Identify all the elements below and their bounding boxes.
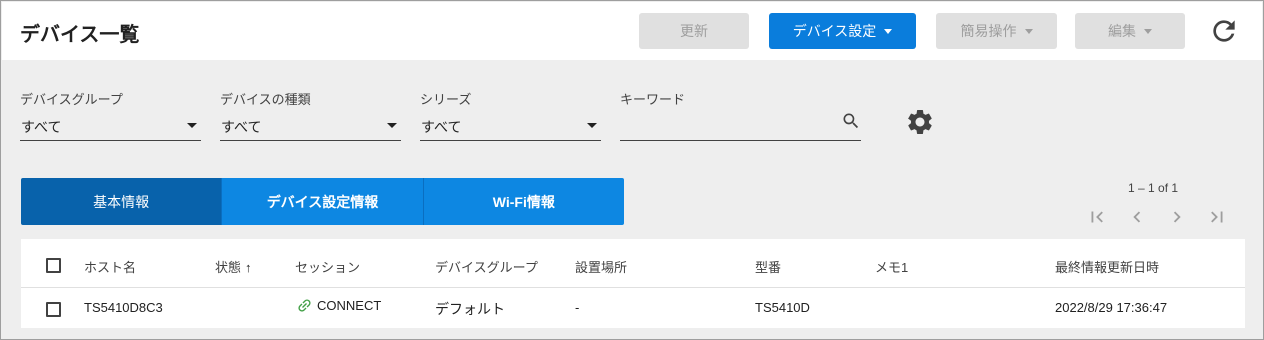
device-type-select[interactable]: デバイスの種類 すべて (220, 89, 401, 141)
dropdown-caret-icon (884, 28, 893, 34)
column-header-status-label: 状態 (215, 260, 242, 275)
series-label: シリーズ (420, 92, 472, 107)
tab-wifi-info[interactable]: Wi-Fi情報 (422, 178, 624, 225)
page-title: デバイス一覧 (20, 24, 140, 46)
table-header-row: ホスト名 状態 ↑ セッション デバイスグループ 設置場所 型番 メモ1 最終情報… (21, 239, 1245, 288)
device-table: ホスト名 状態 ↑ セッション デバイスグループ 設置場所 型番 メモ1 最終情報… (21, 239, 1245, 328)
keyword-label: キーワード (620, 92, 686, 107)
device-settings-button-label: デバイス設定 (792, 23, 877, 39)
easy-operations-button[interactable]: 簡易操作 (936, 13, 1057, 49)
last-page-icon[interactable] (1206, 206, 1228, 228)
update-button-label: 更新 (680, 23, 708, 39)
first-page-icon[interactable] (1086, 206, 1108, 228)
cell-group: デフォルト (435, 301, 505, 317)
refresh-icon[interactable] (1208, 15, 1240, 47)
edit-button[interactable]: 編集 (1075, 13, 1185, 49)
column-header-session[interactable]: セッション (295, 257, 360, 276)
cell-location: - (575, 300, 580, 315)
device-group-select[interactable]: デバイスグループ すべて (20, 89, 201, 141)
edit-button-label: 編集 (1108, 23, 1136, 39)
info-tabs: 基本情報 デバイス設定情報 Wi-Fi情報 (21, 178, 624, 225)
column-header-group[interactable]: デバイスグループ (435, 257, 538, 276)
device-settings-button[interactable]: デバイス設定 (769, 13, 916, 49)
row-checkbox[interactable] (46, 302, 61, 317)
cell-session: CONNECT (296, 297, 381, 314)
device-list-window: デバイス一覧 更新 デバイス設定 簡易操作 編集 デバイスグループ すべて デバ… (0, 0, 1264, 340)
easy-operations-button-label: 簡易操作 (960, 23, 1017, 39)
dropdown-caret-icon (1144, 28, 1152, 34)
tab-basic-info-label: 基本情報 (93, 193, 150, 210)
tab-basic-info[interactable]: 基本情報 (21, 178, 222, 225)
sort-ascending-icon: ↑ (245, 260, 252, 275)
dropdown-arrow-icon (187, 123, 197, 128)
column-header-location[interactable]: 設置場所 (575, 257, 627, 276)
cell-host: TS5410D8C3 (84, 300, 163, 315)
dropdown-arrow-icon (587, 123, 597, 128)
header-bar: デバイス一覧 更新 デバイス設定 簡易操作 編集 (2, 2, 1262, 60)
pagination-range: 1 – 1 of 1 (1128, 181, 1179, 195)
next-page-icon[interactable] (1166, 206, 1188, 228)
column-header-updated[interactable]: 最終情報更新日時 (1055, 257, 1159, 276)
cell-model: TS5410D (755, 300, 810, 315)
session-status-text: CONNECT (317, 298, 382, 313)
previous-page-icon[interactable] (1126, 206, 1148, 228)
series-select[interactable]: シリーズ すべて (420, 89, 601, 141)
series-value: すべて (421, 119, 462, 135)
update-button[interactable]: 更新 (639, 13, 749, 49)
device-group-value: すべて (21, 119, 62, 135)
dropdown-arrow-icon (387, 123, 397, 128)
column-header-status[interactable]: 状態 ↑ (215, 257, 252, 276)
select-all-checkbox[interactable] (46, 258, 61, 273)
device-type-value: すべて (221, 119, 262, 135)
table-row[interactable]: TS5410D8C3 CONNECT デフォルト - TS5410D 2022/… (21, 288, 1245, 328)
tab-wifi-info-label: Wi-Fi情報 (492, 193, 555, 210)
tab-device-settings-info[interactable]: デバイス設定情報 (221, 178, 423, 225)
column-header-host[interactable]: ホスト名 (84, 257, 136, 276)
cell-updated: 2022/8/29 17:36:47 (1055, 300, 1168, 315)
device-group-label: デバイスグループ (20, 92, 123, 107)
device-type-label: デバイスの種類 (220, 92, 311, 107)
dropdown-caret-icon (1024, 28, 1033, 34)
link-icon (298, 299, 311, 312)
tab-device-settings-info-label: デバイス設定情報 (266, 193, 379, 210)
search-icon[interactable] (841, 111, 861, 131)
keyword-field[interactable]: キーワード (620, 89, 861, 141)
column-header-memo[interactable]: メモ1 (875, 257, 908, 276)
column-header-model[interactable]: 型番 (755, 257, 781, 276)
gear-icon[interactable] (905, 107, 935, 137)
